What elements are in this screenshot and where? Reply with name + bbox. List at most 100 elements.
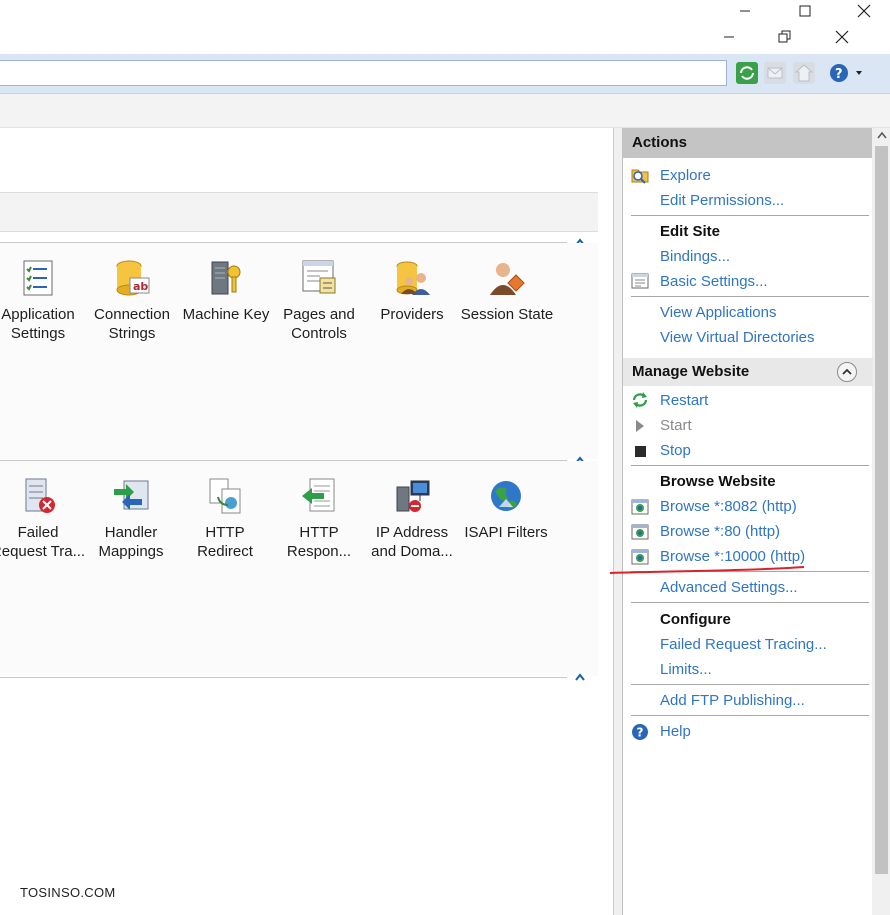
actions-scrollbar[interactable] [873, 128, 890, 915]
feature-handler-mappings[interactable]: Handler Mappings [83, 477, 179, 561]
feature-label: IP Address [375, 524, 449, 541]
feature-label: Strings [108, 325, 156, 342]
annotation-underline [609, 566, 805, 574]
browse-icon [631, 498, 649, 516]
feature-label: Connection [94, 306, 170, 323]
pages-controls-icon [300, 259, 338, 297]
configure-heading: Configure [660, 611, 731, 628]
svg-text:?: ? [637, 726, 644, 740]
refresh-icon[interactable] [736, 62, 758, 84]
home-icon[interactable] [793, 62, 815, 84]
separator [631, 465, 869, 466]
ip-address-icon [393, 477, 431, 515]
close-icon [835, 30, 849, 44]
outer-minimize-button[interactable] [730, 0, 760, 22]
features-view: Application Settings ab Connection Strin… [0, 128, 614, 915]
folder-explore-icon [631, 166, 649, 184]
manage-website-collapse-button[interactable] [836, 361, 858, 383]
feature-connection-strings[interactable]: ab Connection Strings [84, 259, 180, 343]
feature-label: Pages and [283, 306, 355, 323]
feature-label: HTTP [299, 524, 339, 541]
feature-group-iis: Failed Request Tra... Handler Mappings H… [0, 461, 598, 676]
feature-label: and Doma... [371, 543, 453, 560]
view-applications-link[interactable]: View Applications [660, 304, 776, 321]
feature-label: ISAPI Filters [464, 524, 548, 541]
actions-title: Actions [623, 128, 872, 158]
inner-title-bar [0, 22, 890, 54]
feature-http-response-headers[interactable]: HTTP Respon... [271, 477, 367, 561]
actions-pane: Actions Explore Edit Permissions... Edit… [622, 128, 873, 915]
feature-isapi-filters[interactable]: ISAPI Filters [458, 477, 554, 542]
feature-ip-address-restrictions[interactable]: IP Address and Doma... [364, 477, 460, 561]
features-view-header [0, 192, 598, 232]
scrollbar-thumb[interactable] [875, 146, 888, 874]
navigation-bar: ? [0, 54, 890, 94]
edit-permissions-link[interactable]: Edit Permissions... [660, 192, 784, 209]
feature-label: Request Tra... [0, 543, 86, 560]
isapi-filters-icon [487, 477, 525, 515]
watermark: TOSINSO.COM [20, 885, 116, 900]
feature-label: Failed [17, 524, 59, 541]
view-virtual-directories-link[interactable]: View Virtual Directories [660, 329, 815, 346]
feature-label: Session State [460, 306, 554, 323]
group-divider [0, 677, 567, 678]
restore-icon [778, 30, 791, 43]
separator [631, 602, 869, 603]
feature-failed-request-tracing[interactable]: Failed Request Tra... [0, 477, 86, 561]
application-settings-icon [19, 259, 57, 297]
group-collapse-button[interactable] [572, 671, 588, 685]
feature-session-state[interactable]: Session State [459, 259, 555, 324]
feature-providers[interactable]: Providers [364, 259, 460, 324]
feature-label: Handler [104, 524, 158, 541]
failed-request-tracing-link[interactable]: Failed Request Tracing... [660, 636, 827, 653]
feature-label: Respon... [286, 543, 352, 560]
inner-restore-button[interactable] [770, 26, 800, 48]
stop-link[interactable]: Stop [660, 442, 691, 459]
scroll-up-button[interactable] [873, 128, 890, 145]
separator [631, 296, 869, 297]
outer-close-button[interactable] [849, 0, 879, 22]
providers-icon [393, 259, 431, 297]
separator [631, 715, 869, 716]
machine-key-icon [207, 259, 245, 297]
inner-minimize-button[interactable] [714, 26, 744, 48]
help-link[interactable]: Help [660, 723, 691, 740]
bindings-link[interactable]: Bindings... [660, 248, 730, 265]
connection-strings-icon: ab [113, 259, 151, 297]
browse-website-heading: Browse Website [660, 473, 776, 490]
http-redirect-icon [206, 477, 244, 515]
basic-settings-link[interactable]: Basic Settings... [660, 273, 768, 290]
chevron-up-circle-icon [837, 362, 857, 382]
advanced-settings-link[interactable]: Advanced Settings... [660, 579, 798, 596]
start-link[interactable]: Start [660, 417, 692, 434]
add-ftp-publishing-link[interactable]: Add FTP Publishing... [660, 692, 805, 709]
basic-settings-icon [631, 272, 649, 290]
address-bar[interactable] [0, 60, 727, 86]
stop-nav-icon[interactable] [764, 62, 786, 84]
browse-8082-link[interactable]: Browse *:8082 (http) [660, 498, 797, 515]
restart-link[interactable]: Restart [660, 392, 708, 409]
browse-icon [631, 523, 649, 541]
separator [631, 684, 869, 685]
help-dropdown-icon[interactable]: ? [828, 62, 862, 84]
feature-label: Providers [380, 306, 444, 323]
feature-label: Application [1, 306, 75, 323]
close-icon [857, 4, 871, 18]
browse-80-link[interactable]: Browse *:80 (http) [660, 523, 780, 540]
inner-close-button[interactable] [827, 26, 857, 48]
minimize-icon [724, 36, 734, 38]
limits-link[interactable]: Limits... [660, 661, 712, 678]
explore-link[interactable]: Explore [660, 167, 711, 184]
restart-icon [631, 391, 649, 409]
separator [631, 215, 869, 216]
session-state-icon [488, 259, 526, 297]
chevron-up-icon [876, 131, 887, 139]
handler-mappings-icon [112, 477, 150, 515]
feature-label: Machine Key [182, 306, 270, 323]
outer-maximize-button[interactable] [790, 0, 820, 22]
feature-http-redirect[interactable]: HTTP Redirect [177, 477, 273, 561]
feature-pages-controls[interactable]: Pages and Controls [271, 259, 367, 343]
svg-text:ab: ab [133, 280, 148, 293]
feature-application-settings[interactable]: Application Settings [0, 259, 86, 343]
feature-machine-key[interactable]: Machine Key [178, 259, 274, 324]
